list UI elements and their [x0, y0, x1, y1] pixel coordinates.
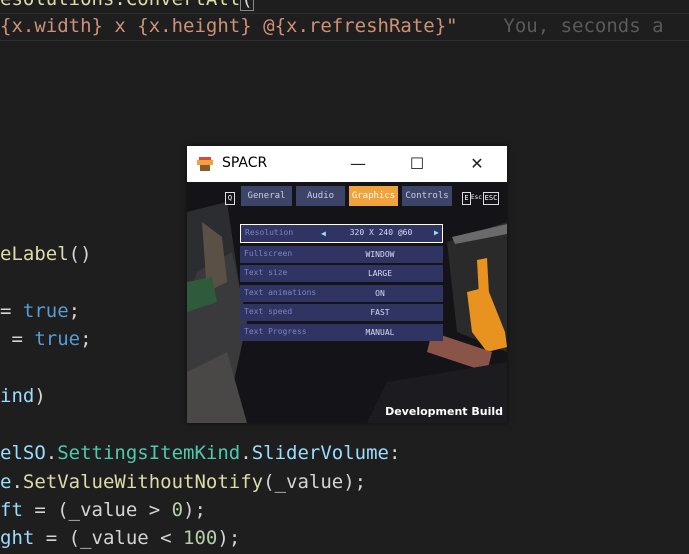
- settings-list: Resolution ◀ 320 X 240 @60 ▶ Fullscreen …: [240, 224, 443, 344]
- code-line: elSO.SettingsItemKind.SliderVolume:: [0, 440, 400, 466]
- code-token: .: [240, 442, 252, 464]
- code-token: x: [102, 15, 138, 37]
- code-token: ": [446, 15, 458, 37]
- code-token: 100: [183, 527, 218, 549]
- development-build-label: Development Build: [385, 405, 503, 418]
- code-token: SliderVolume: [251, 442, 389, 464]
- setting-label: Text animations: [244, 287, 317, 297]
- tab-audio[interactable]: Audio: [296, 186, 345, 206]
- minimize-button[interactable]: —: [335, 146, 381, 182]
- game-viewport[interactable]: Q General Audio Graphics Controls E Esc …: [187, 182, 507, 423]
- setting-value: WINDOW: [365, 249, 395, 259]
- code-line: ind): [0, 383, 46, 409]
- code-token: ): [34, 385, 46, 407]
- code-token: );: [183, 499, 206, 521]
- setting-value: ON: [375, 288, 385, 298]
- window-titlebar[interactable]: SPACR — ☐ ✕: [187, 146, 507, 182]
- code-line: eLabel(): [0, 241, 92, 267]
- code-token: ft: [0, 499, 23, 521]
- git-blame-annotation: You, seconds a: [503, 15, 664, 37]
- next-tab-key: E: [462, 192, 471, 205]
- code-token: esolutions.ConvertAll: [0, 0, 240, 10]
- code-line: {x.width} x {x.height} @{x.refreshRate}"…: [0, 13, 664, 39]
- code-token: =: [0, 300, 23, 322]
- code-line: ft = (_value > 0);: [0, 497, 206, 523]
- code-token: {x.height}: [137, 15, 252, 37]
- arrow-right-icon[interactable]: ▶: [434, 225, 439, 240]
- setting-value: FAST: [370, 308, 390, 318]
- esc-label: Esc: [471, 194, 482, 201]
- code-token: true: [34, 328, 81, 350]
- code-token: .: [11, 471, 23, 493]
- code-token: = (_value <: [34, 527, 184, 549]
- code-token: 0: [171, 499, 184, 521]
- code-token: ;: [80, 328, 92, 350]
- code-token: {x.refreshRate}: [274, 15, 447, 37]
- code-token: );: [217, 527, 241, 549]
- code-token: ;: [68, 300, 81, 322]
- code-token: {x.width}: [0, 15, 103, 37]
- maximize-button[interactable]: ☐: [394, 146, 440, 182]
- close-button[interactable]: ✕: [454, 146, 500, 182]
- settings-tabs: Q General Audio Graphics Controls E Esc …: [187, 186, 507, 206]
- setting-row-resolution[interactable]: Resolution ◀ 320 X 240 @60 ▶: [240, 224, 443, 243]
- game-window[interactable]: SPACR — ☐ ✕ Q General Audio Graphics Con…: [187, 146, 507, 423]
- setting-row-text-size[interactable]: Text size LARGE: [240, 265, 443, 283]
- setting-value: 320 X 240 @60: [349, 228, 413, 237]
- code-line: ght = (_value < 100);: [0, 525, 240, 551]
- code-token: :: [388, 442, 401, 464]
- code-token: = (_value >: [22, 499, 172, 521]
- code-line: e.SetValueWithoutNotify(_value);: [0, 469, 366, 495]
- code-token: e: [0, 471, 12, 493]
- setting-value: LARGE: [367, 269, 393, 279]
- app-icon: [197, 157, 213, 171]
- bracket-match: (: [240, 0, 254, 11]
- setting-label: Fullscreen: [244, 248, 293, 258]
- code-token: .: [45, 442, 58, 464]
- tab-graphics[interactable]: Graphics: [349, 186, 398, 206]
- code-token: SettingsItemKind: [57, 442, 241, 464]
- esc-key: ESC: [483, 192, 499, 205]
- code-token: (_value);: [263, 471, 367, 493]
- setting-row-text-animations[interactable]: Text animations ON: [240, 284, 443, 302]
- setting-value: MANUAL: [365, 327, 395, 337]
- setting-label: Text Progress: [244, 326, 307, 336]
- prev-tab-key: Q: [225, 192, 235, 205]
- setting-row-fullscreen[interactable]: Fullscreen WINDOW: [240, 245, 443, 263]
- code-token: (): [68, 243, 92, 265]
- setting-label: Text speed: [244, 307, 293, 317]
- tab-general[interactable]: General: [241, 186, 292, 206]
- code-token: SetValueWithoutNotify: [22, 471, 264, 493]
- code-token: eLabel: [0, 243, 69, 265]
- code-token: ind: [0, 385, 35, 407]
- code-token: =: [0, 328, 35, 350]
- setting-row-text-speed[interactable]: Text speed FAST: [240, 304, 443, 322]
- code-token: elSO: [0, 442, 46, 464]
- code-token: @: [251, 15, 275, 37]
- setting-row-text-progress[interactable]: Text Progress MANUAL: [240, 323, 443, 341]
- code-token: true: [22, 300, 69, 322]
- setting-label: Resolution: [245, 228, 294, 237]
- arrow-left-icon[interactable]: ◀: [321, 225, 326, 242]
- tab-controls[interactable]: Controls: [402, 186, 452, 206]
- code-line: = true;: [0, 298, 80, 324]
- code-token: ght: [0, 527, 35, 549]
- code-line: esolutions.ConvertAll(: [0, 0, 254, 12]
- code-line: = true;: [0, 326, 92, 352]
- window-title: SPACR: [222, 155, 268, 171]
- setting-label: Text size: [244, 268, 288, 278]
